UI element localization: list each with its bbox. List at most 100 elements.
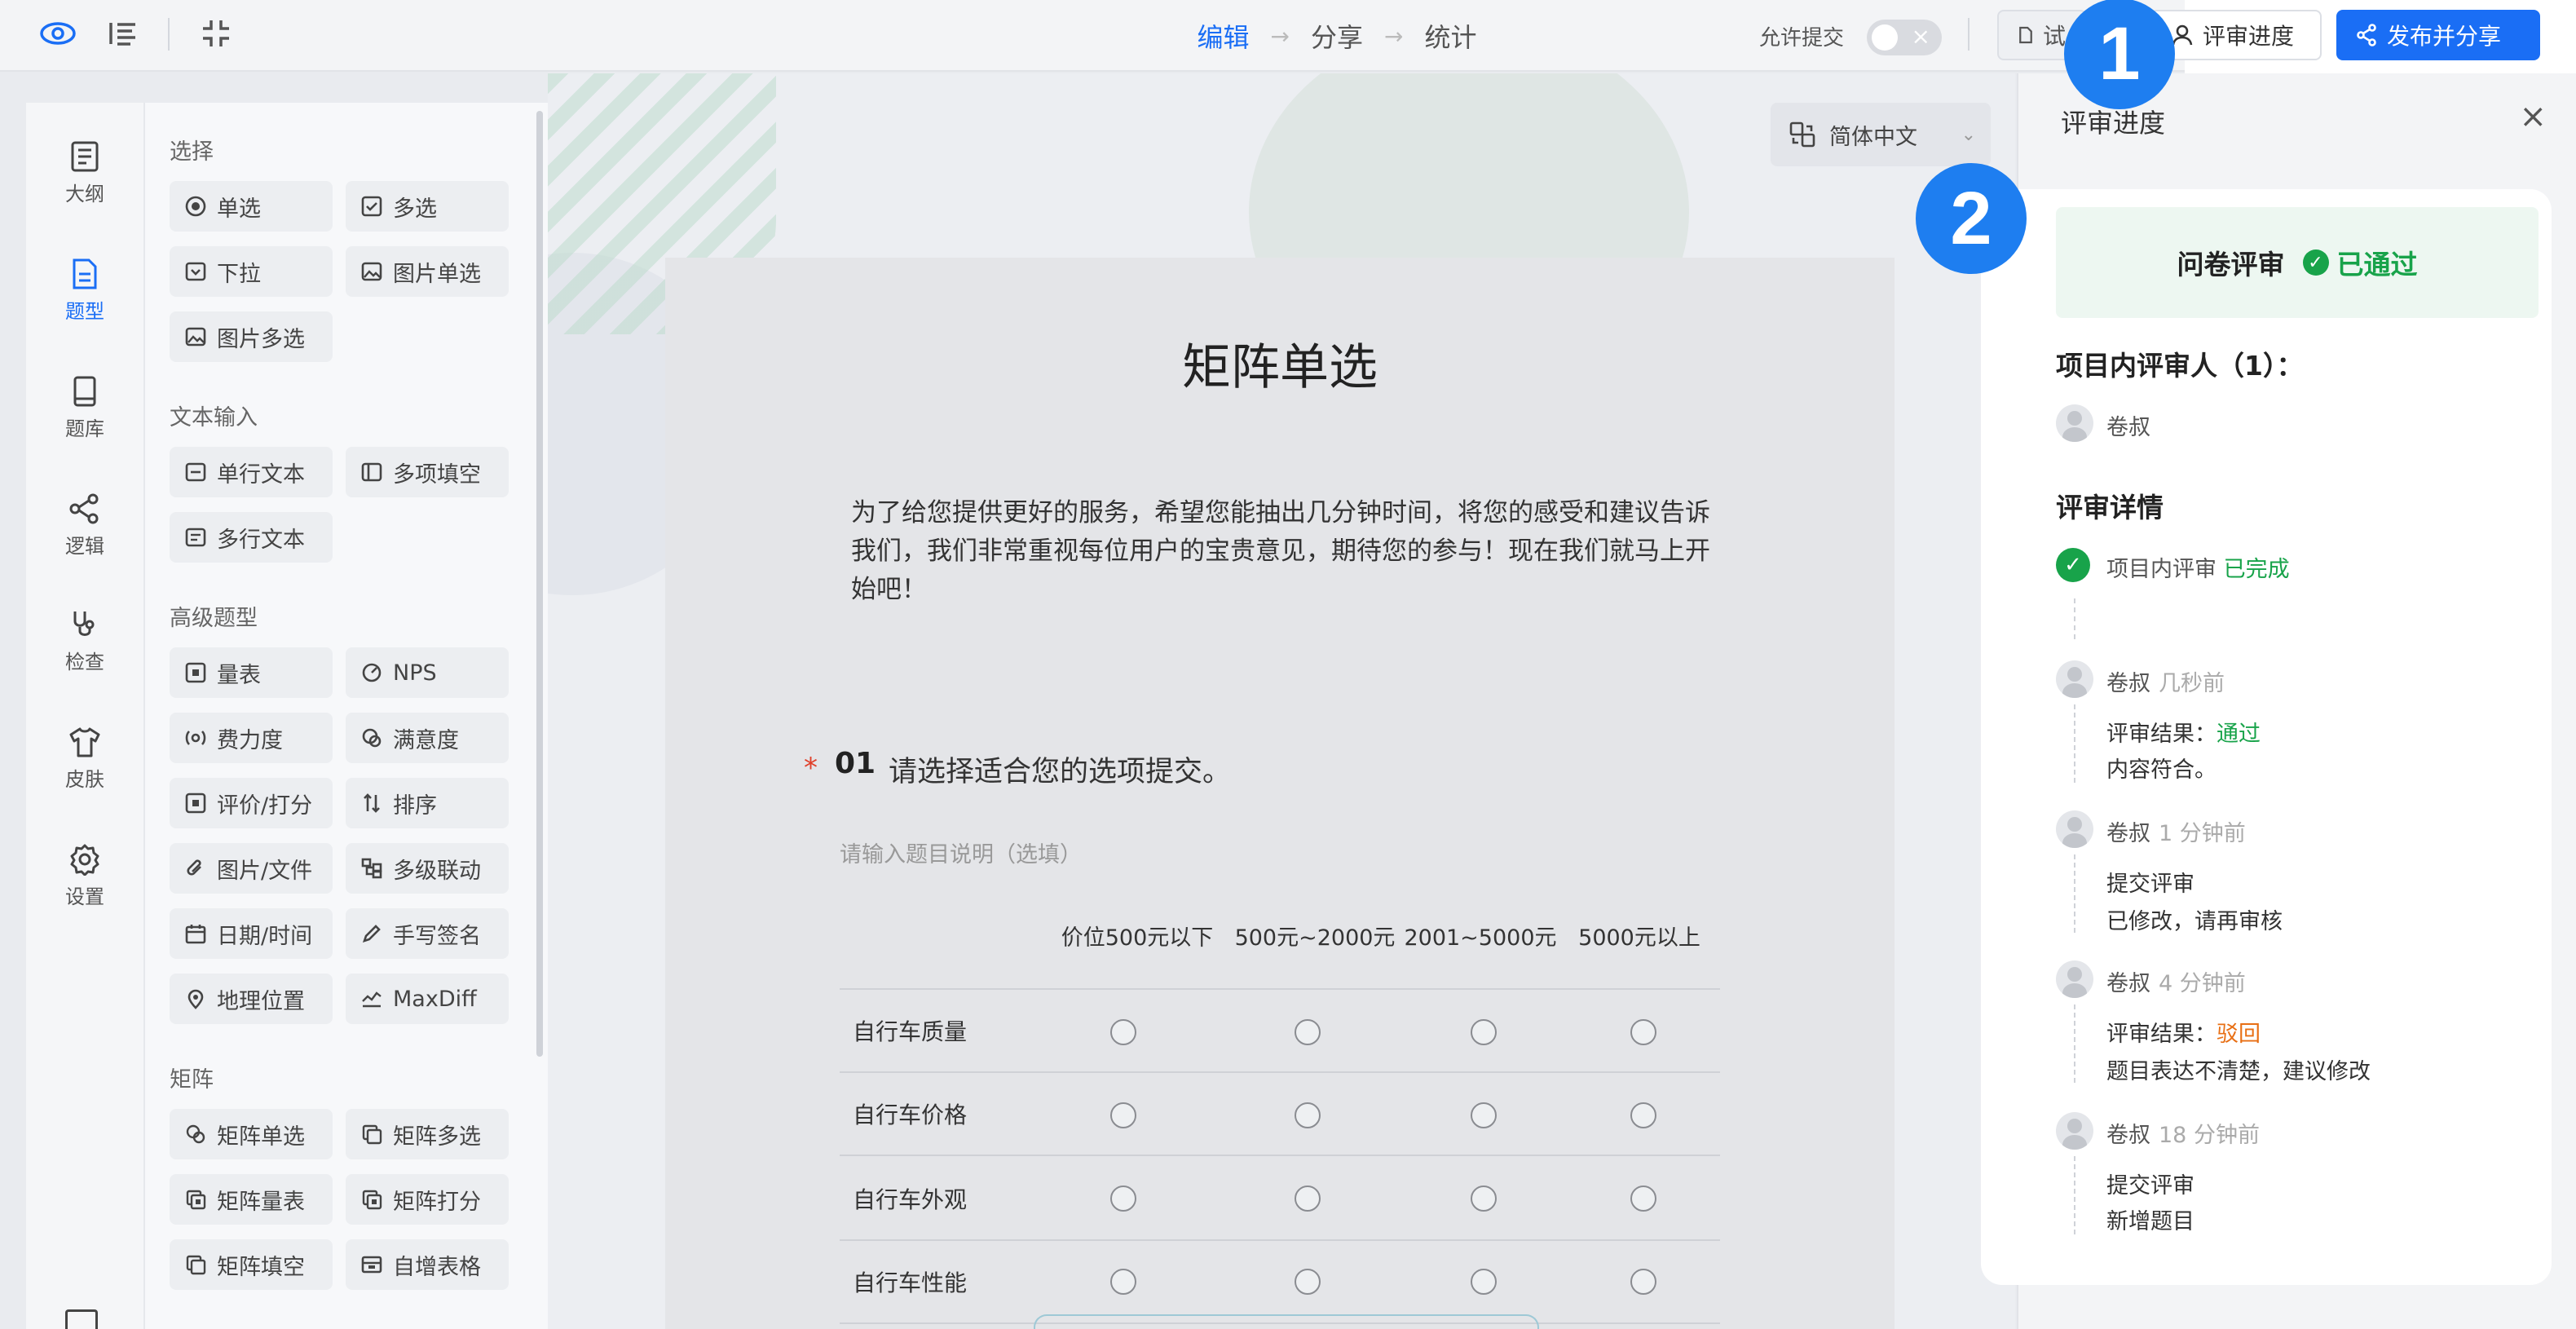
annotation-badge-1: 1 <box>2064 0 2175 109</box>
matrix-divider <box>840 1071 1720 1073</box>
type-image-single[interactable]: 图片单选 <box>346 246 509 297</box>
chip-label: 多行文本 <box>217 527 305 553</box>
matrix-radio[interactable] <box>1471 1269 1497 1295</box>
type-multi-line-text[interactable]: 多行文本 <box>170 512 333 563</box>
list-icon[interactable] <box>101 11 145 55</box>
panel-scrollbar[interactable] <box>536 111 543 1057</box>
pen-icon <box>360 922 383 945</box>
question-description-input[interactable]: 请输入题目说明（选填） <box>840 837 1082 868</box>
step-stats[interactable]: 统计 <box>1424 17 1476 55</box>
step-share[interactable]: 分享 <box>1311 17 1363 55</box>
outline-icon <box>71 141 99 171</box>
toolbar-divider <box>168 18 170 51</box>
matrix-row-label: 自行车质量 <box>853 1018 968 1045</box>
question-title[interactable]: 请选择适合您的选项提交。 <box>889 748 1231 790</box>
step-edit[interactable]: 编辑 <box>1197 17 1250 77</box>
type-dropdown[interactable]: 下拉 <box>170 246 333 297</box>
collapse-panel-icon[interactable] <box>65 1309 98 1329</box>
chip-label: 多项填空 <box>393 461 481 488</box>
rail-item-question-bank[interactable]: 题库 <box>26 359 143 457</box>
type-date-time[interactable]: 日期/时间 <box>170 908 333 959</box>
type-cascade[interactable]: 多级联动 <box>346 843 509 894</box>
maxdiff-icon <box>360 987 383 1010</box>
matrix-radio[interactable] <box>1295 1269 1321 1295</box>
matrix-radio[interactable] <box>1630 1102 1656 1128</box>
type-scale[interactable]: 量表 <box>170 647 333 698</box>
timeline-comment: 题目表达不清楚，建议修改 <box>2106 1059 2371 1084</box>
type-image-multi[interactable]: 图片多选 <box>170 311 333 362</box>
result-value: 驳回 <box>2217 1022 2261 1047</box>
type-matrix-single[interactable]: 矩阵单选 <box>170 1109 333 1159</box>
matrix-radio[interactable] <box>1630 1269 1656 1295</box>
type-matrix-scale[interactable]: 矩阵量表 <box>170 1174 333 1225</box>
matrix-radio[interactable] <box>1471 1019 1497 1045</box>
timeline-line: 评审结果：通过 <box>2106 716 2261 748</box>
type-matrix-score[interactable]: 矩阵打分 <box>346 1174 509 1225</box>
multi-blank-icon <box>360 461 383 483</box>
review-progress-button[interactable]: 评审进度 <box>2150 10 2322 60</box>
avatar <box>2056 404 2093 442</box>
type-matrix-blank[interactable]: 矩阵填空 <box>170 1239 333 1290</box>
matrix-radio[interactable] <box>1295 1102 1321 1128</box>
step-arrow-icon: → <box>1384 22 1404 50</box>
satisfaction-icon <box>360 726 383 749</box>
logic-icon <box>69 493 99 523</box>
matrix-radio[interactable] <box>1630 1019 1656 1045</box>
survey-paper: 矩阵单选 为了给您提供更好的服务，希望您能抽出几分钟时间，将您的感受和建议告诉我… <box>665 258 1895 1329</box>
share-icon <box>2357 24 2376 46</box>
matrix-row-label: 自行车外观 <box>853 1186 968 1213</box>
question-type-panel: 选择 单选 多选 下拉 图片单选 图片多选 文本输入 单行文本 多项填空 多行文… <box>143 103 548 1329</box>
chip-label: MaxDiff <box>393 986 477 1012</box>
cascade-icon <box>360 857 383 880</box>
preview-eye-icon[interactable] <box>36 11 80 55</box>
type-image-file[interactable]: 图片/文件 <box>170 843 333 894</box>
rail-label: 逻辑 <box>65 534 104 558</box>
language-select[interactable]: 简体中文 ⌄ <box>1771 103 1991 166</box>
type-signature[interactable]: 手写签名 <box>346 908 509 959</box>
type-nps[interactable]: NPS <box>346 647 509 698</box>
result-label: 评审结果： <box>2106 722 2217 747</box>
type-satisfaction[interactable]: 满意度 <box>346 713 509 763</box>
timeline-author: 卷叔 1 分钟前 <box>2106 815 2246 847</box>
rail-item-logic[interactable]: 逻辑 <box>26 476 143 574</box>
publish-share-button[interactable]: 发布并分享 <box>2336 10 2540 60</box>
rail-item-settings[interactable]: 设置 <box>26 827 143 925</box>
type-multi-choice[interactable]: 多选 <box>346 181 509 232</box>
rail-item-check[interactable]: 检查 <box>26 592 143 690</box>
matrix-radio[interactable] <box>1110 1102 1136 1128</box>
type-auto-table[interactable]: 自增表格 <box>346 1239 509 1290</box>
type-effort[interactable]: 费力度 <box>170 713 333 763</box>
type-matrix-multi[interactable]: 矩阵多选 <box>346 1109 509 1159</box>
type-single-line-text[interactable]: 单行文本 <box>170 447 333 497</box>
type-rating[interactable]: 评价/打分 <box>170 778 333 828</box>
chip-label: 费力度 <box>217 727 283 753</box>
type-maxdiff[interactable]: MaxDiff <box>346 974 509 1024</box>
attachment-icon <box>184 857 207 880</box>
allow-submit-toggle[interactable]: × <box>1867 20 1942 55</box>
chip-label: 图片/文件 <box>217 858 313 884</box>
matrix-radio[interactable] <box>1471 1102 1497 1128</box>
survey-title[interactable]: 矩阵单选 <box>665 328 1895 399</box>
type-sort[interactable]: 排序 <box>346 778 509 828</box>
group-title-advanced: 高级题型 <box>170 606 258 631</box>
add-question-bar[interactable] <box>1034 1314 1539 1329</box>
survey-description[interactable]: 为了给您提供更好的服务，希望您能抽出几分钟时间，将您的感受和建议告诉我们，我们非… <box>851 494 1715 609</box>
matrix-radio[interactable] <box>1295 1186 1321 1212</box>
matrix-radio[interactable] <box>1295 1019 1321 1045</box>
matrix-radio[interactable] <box>1110 1019 1136 1045</box>
matrix-radio[interactable] <box>1110 1269 1136 1295</box>
type-single-choice[interactable]: 单选 <box>170 181 333 232</box>
matrix-radio[interactable] <box>1471 1186 1497 1212</box>
type-multi-blank[interactable]: 多项填空 <box>346 447 509 497</box>
matrix-radio[interactable] <box>1110 1186 1136 1212</box>
rail-item-outline[interactable]: 大纲 <box>26 124 143 222</box>
type-location[interactable]: 地理位置 <box>170 974 333 1024</box>
timeline-line: 评审结果：驳回 <box>2106 1016 2261 1048</box>
close-icon[interactable]: × <box>2519 98 2547 135</box>
translate-icon <box>1789 121 1815 148</box>
matrix-radio[interactable] <box>1630 1186 1656 1212</box>
rail-item-question-type[interactable]: 题型 <box>26 241 143 339</box>
fullscreen-icon[interactable] <box>194 11 238 55</box>
timeline-line: 提交评审 <box>2106 1173 2194 1199</box>
rail-item-skin[interactable]: 皮肤 <box>26 709 143 807</box>
